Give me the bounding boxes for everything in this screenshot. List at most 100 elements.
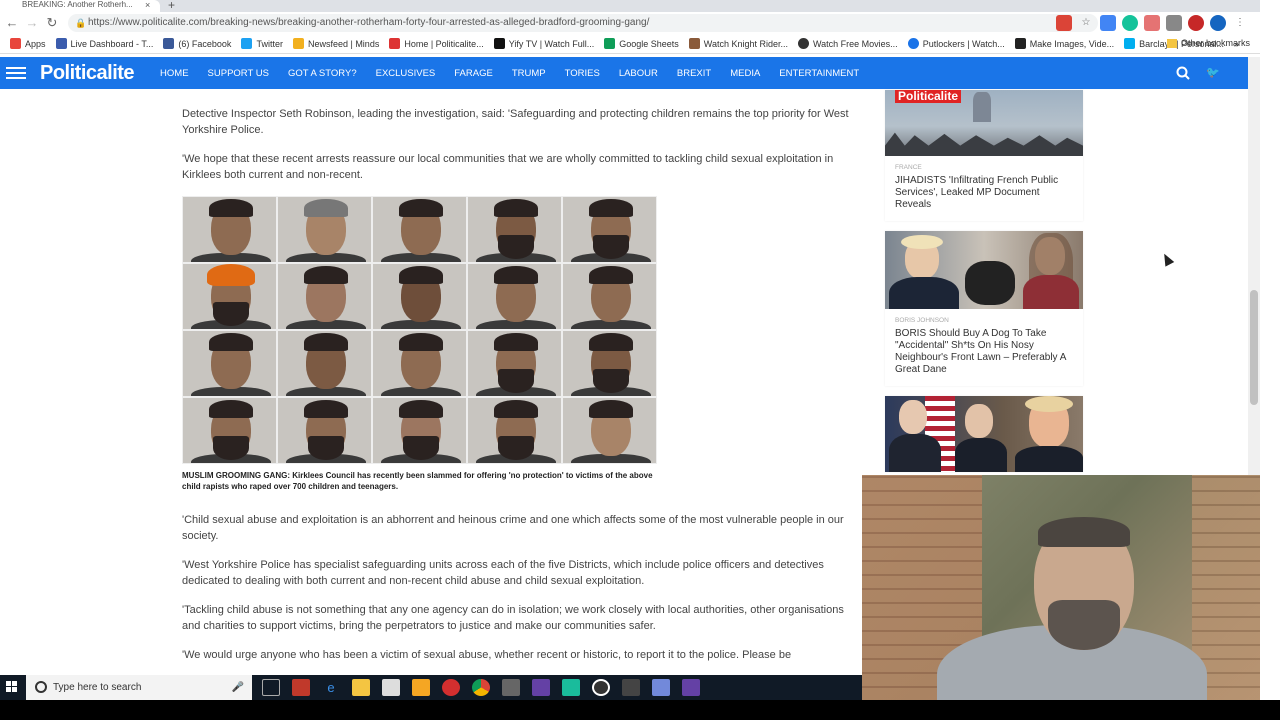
bookmark-item[interactable]: Newsfeed | Minds (292, 38, 379, 49)
profile-avatar-icon[interactable] (1210, 15, 1226, 31)
menu-item[interactable]: EXCLUSIVES (376, 68, 436, 79)
bookmark-item[interactable]: Twitter (241, 38, 283, 49)
other-bookmarks[interactable]: Other bookmarks (1166, 38, 1250, 49)
bookmark-item[interactable]: (6) Facebook (163, 38, 231, 49)
menu-item[interactable]: LABOUR (619, 68, 658, 79)
browser-tab[interactable]: BREAKING: Another Rotherh... × (0, 0, 160, 12)
reload-icon[interactable]: ↻ (44, 15, 60, 31)
twitch-icon[interactable] (532, 679, 550, 696)
mugshot (277, 397, 372, 464)
bookmark-item[interactable]: Putlockers | Watch... (907, 38, 1005, 49)
article-paragraph: 'Child sexual abuse and exploitation is … (182, 514, 844, 542)
politicalite-icon (389, 38, 401, 49)
app-icon[interactable] (442, 679, 460, 696)
menu-item[interactable]: HOME (160, 68, 189, 79)
bookmark-item[interactable]: Make Images, Vide... (1014, 38, 1114, 49)
mugshot (467, 263, 562, 330)
forward-icon[interactable]: → (24, 15, 40, 31)
chrome-icon[interactable] (472, 679, 490, 696)
hamburger-menu-icon[interactable] (6, 67, 26, 79)
google-translate-icon[interactable] (1056, 15, 1072, 31)
microphone-icon[interactable]: 🎤 (232, 675, 244, 700)
mugshot (467, 397, 562, 464)
app-icon[interactable] (622, 679, 640, 696)
article-category: BORIS JOHNSON (895, 317, 949, 324)
facebook-icon (163, 38, 175, 49)
menu-dots-icon[interactable]: ⋮ (1232, 15, 1248, 31)
store-icon[interactable] (412, 679, 430, 696)
new-tab-button[interactable]: + (168, 0, 175, 12)
bookmark-icon (1014, 38, 1026, 49)
bookmark-icon (798, 38, 809, 49)
bookmark-item[interactable]: Home | Politicalite... (389, 38, 484, 49)
url-bar[interactable]: 🔒 https://www.politicalite.com/breaking-… (68, 14, 1098, 32)
article-paragraph: 'Tackling child abuse is not something t… (182, 604, 844, 632)
obs-icon[interactable] (592, 679, 610, 696)
bookmark-star-icon[interactable]: ☆ (1078, 15, 1094, 31)
bookmark-item[interactable]: Yify TV | Watch Full... (493, 38, 594, 49)
tab-title: BREAKING: Another Rotherh... (22, 0, 133, 9)
menu-item[interactable]: FARAGE (454, 68, 493, 79)
taskbar-apps: e (262, 679, 700, 696)
related-article-card[interactable]: Politicalite FRANCE JIHADISTS 'Infiltrat… (885, 90, 1083, 221)
mugshot (467, 330, 562, 397)
site-logo[interactable]: Politicalite (40, 62, 135, 85)
mugshot (182, 330, 277, 397)
task-view-icon[interactable] (262, 679, 280, 696)
extension-icon[interactable] (1144, 15, 1160, 31)
back-icon[interactable]: ← (4, 15, 20, 31)
extension-icon[interactable] (1188, 15, 1204, 31)
mugshot-grid-image (182, 196, 660, 464)
url-text: https://www.politicalite.com/breaking-ne… (88, 17, 650, 28)
address-bar-row: ← → ↻ 🔒 https://www.politicalite.com/bre… (0, 12, 1280, 34)
bookmark-item[interactable]: Google Sheets (604, 38, 679, 49)
article-paragraph: Detective Inspector Seth Robinson, leadi… (182, 108, 849, 136)
app-icon[interactable] (562, 679, 580, 696)
bookmark-item[interactable]: Live Dashboard - T... (55, 38, 153, 49)
bookmarks-bar: Apps Live Dashboard - T... (6) Facebook … (0, 34, 1280, 54)
article-title[interactable]: JIHADISTS 'Infiltrating French Public Se… (895, 175, 1073, 211)
mail-icon[interactable] (382, 679, 400, 696)
menu-item[interactable]: TORIES (565, 68, 600, 79)
mugshot (182, 196, 277, 263)
related-article-card[interactable]: BORIS JOHNSON BORIS Should Buy A Dog To … (885, 231, 1083, 386)
extension-icon[interactable] (1166, 15, 1182, 31)
image-caption: MUSLIM GROOMING GANG: Kirklees Council h… (182, 471, 653, 491)
sheets-icon (604, 38, 616, 49)
extension-icon[interactable] (1100, 15, 1116, 31)
file-explorer-icon[interactable] (352, 679, 370, 696)
menu-item[interactable]: MEDIA (730, 68, 760, 79)
taskbar-search-input[interactable]: Type here to search 🎤 (26, 675, 252, 700)
search-icon[interactable] (1176, 66, 1190, 80)
grammarly-icon[interactable] (1122, 15, 1138, 31)
browser-tab-strip: BREAKING: Another Rotherh... × + (0, 0, 1280, 12)
menu-item[interactable]: ENTERTAINMENT (779, 68, 859, 79)
bookmark-icon (907, 38, 919, 49)
bookmark-item[interactable]: Watch Knight Rider... (688, 38, 788, 49)
mugshot (182, 263, 277, 330)
edge-icon[interactable]: e (322, 679, 340, 696)
windows-start-icon[interactable] (6, 681, 18, 693)
menu-item[interactable]: BREXIT (677, 68, 711, 79)
article-title[interactable]: BORIS Should Buy A Dog To Take "Accident… (895, 328, 1073, 376)
bookmark-icon (688, 38, 700, 49)
site-navbar: Politicalite HOME SUPPORT US GOT A STORY… (0, 57, 1248, 89)
discord-icon[interactable] (652, 679, 670, 696)
mugshot (562, 196, 657, 263)
menu-item[interactable]: SUPPORT US (208, 68, 269, 79)
bookmark-item[interactable]: Watch Free Movies... (798, 38, 898, 49)
twitter-icon[interactable]: 🐦 (1206, 66, 1220, 79)
twitch-icon[interactable] (682, 679, 700, 696)
menu-item[interactable]: TRUMP (512, 68, 546, 79)
news-app-icon[interactable] (292, 679, 310, 696)
menu-item[interactable]: GOT A STORY? (288, 68, 357, 79)
apps-icon (10, 38, 21, 49)
scrollbar-thumb[interactable] (1250, 290, 1258, 405)
search-placeholder: Type here to search (53, 682, 142, 693)
mouse-cursor-icon (1159, 251, 1175, 267)
close-tab-icon[interactable]: × (145, 0, 150, 10)
related-article-card[interactable] (885, 396, 1083, 472)
mugshot (372, 330, 467, 397)
bookmark-item[interactable]: Apps (10, 38, 46, 49)
app-icon[interactable] (502, 679, 520, 696)
